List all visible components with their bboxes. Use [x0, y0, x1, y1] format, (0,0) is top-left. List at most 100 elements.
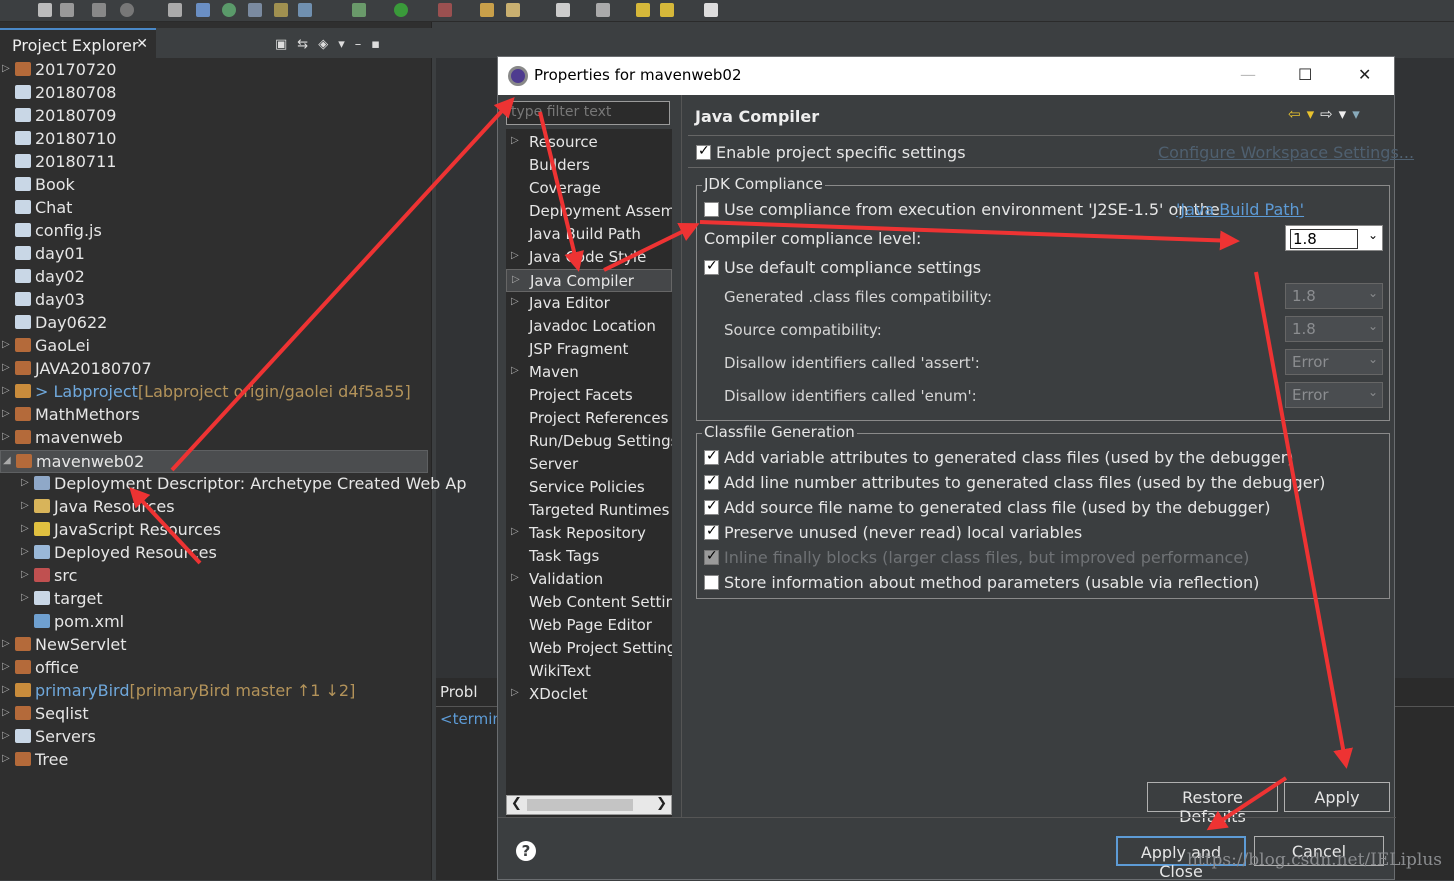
help-icon[interactable]: ? [516, 841, 536, 861]
nav-item[interactable]: ▷Java Code Style [506, 246, 672, 269]
nav-item[interactable]: Targeted Runtimes [506, 499, 672, 522]
expand-icon[interactable]: ▷ [21, 569, 31, 580]
filter-input[interactable]: type filter text [506, 101, 670, 125]
tree-item[interactable]: ▷> Labproject[Labproject origin/gaolei d… [0, 381, 428, 404]
nav-item[interactable]: ▷Task Repository [506, 522, 672, 545]
link-editor-icon[interactable]: ⇆ [297, 37, 318, 52]
nav-item[interactable]: JSP Fragment [506, 338, 672, 361]
refresh-icon[interactable] [248, 3, 262, 17]
restore-defaults-button[interactable]: Restore Defaults [1147, 782, 1278, 812]
sash[interactable] [681, 95, 682, 817]
expand-icon[interactable]: ▷ [2, 63, 12, 74]
forward-arrow-icon[interactable]: ⇨▾ [1320, 105, 1352, 123]
expand-icon[interactable]: ▷ [21, 500, 31, 511]
expand-icon[interactable]: ▷ [2, 730, 12, 741]
tree-item[interactable]: ▷Deployed Resources [0, 542, 428, 565]
use-default-checkbox[interactable] [704, 260, 719, 275]
menu-icon[interactable]: ▾ [1352, 105, 1366, 123]
nav-item[interactable]: ▷Java Editor [506, 292, 672, 315]
expand-icon[interactable]: ▷ [2, 385, 12, 396]
tree-item[interactable]: Chat [0, 197, 428, 220]
tree-item[interactable]: ▷NewServlet [0, 634, 428, 657]
expand-icon[interactable]: ▷ [2, 362, 12, 373]
tree-item[interactable]: pom.xml [0, 611, 428, 634]
tree-item[interactable]: ▷MathMethors [0, 404, 428, 427]
collapse-icon[interactable]: ◢ [3, 455, 13, 466]
tree-item[interactable]: config.js [0, 220, 428, 243]
nav-horizontal-scrollbar[interactable]: ❮ ❯ [506, 795, 672, 815]
enum-select[interactable]: Error ⌄ [1285, 382, 1383, 408]
tree-item[interactable]: 20180708 [0, 82, 428, 105]
expand-icon[interactable]: ▷ [2, 339, 12, 350]
maximize-icon[interactable]: ▪ [371, 37, 390, 52]
generated-compat-select[interactable]: 1.8 ⌄ [1285, 283, 1383, 309]
search-icon[interactable] [196, 3, 210, 17]
nav-item[interactable]: ▷XDoclet [506, 683, 672, 706]
nav-item[interactable]: Project Facets [506, 384, 672, 407]
back-icon[interactable] [636, 3, 650, 17]
user-icon[interactable] [120, 3, 134, 17]
close-icon[interactable]: ✕ [136, 36, 148, 52]
expand-icon[interactable]: ▷ [2, 684, 12, 695]
scroll-left-icon[interactable]: ❮ [511, 796, 522, 811]
expand-icon[interactable]: ▷ [21, 546, 31, 557]
expand-icon[interactable]: ▷ [511, 572, 519, 583]
expand-icon[interactable]: ▷ [511, 250, 519, 261]
expand-icon[interactable]: ▷ [2, 753, 12, 764]
tree-item[interactable]: day03 [0, 289, 428, 312]
forward-icon[interactable] [704, 3, 718, 17]
expand-icon[interactable]: ▷ [511, 135, 519, 146]
tree-item[interactable]: ▷src [0, 565, 428, 588]
nav-item[interactable]: ▷Maven [506, 361, 672, 384]
globe-icon[interactable] [222, 3, 236, 17]
configure-workspace-link[interactable]: Configure Workspace Settings... [1158, 143, 1414, 162]
tree-item[interactable]: day02 [0, 266, 428, 289]
nav-item[interactable]: Web Project Setting [506, 637, 672, 660]
collapse-all-icon[interactable]: ▣ [275, 37, 297, 52]
console-icon[interactable] [168, 3, 182, 17]
new-folder-icon[interactable] [480, 3, 494, 17]
nav-item[interactable]: Java Build Path [506, 223, 672, 246]
nav-item[interactable]: ▷Validation [506, 568, 672, 591]
tree-item[interactable]: ▷Seqlist [0, 703, 428, 726]
nav-item[interactable]: Task Tags [506, 545, 672, 568]
project-explorer-tab[interactable]: Project Explorer ✕ [0, 28, 156, 58]
nav-item[interactable]: Web Content Settin [506, 591, 672, 614]
expand-icon[interactable]: ▷ [512, 274, 520, 285]
nav-item[interactable]: Service Policies [506, 476, 672, 499]
sync-icon[interactable] [298, 3, 312, 17]
expand-icon[interactable]: ▷ [21, 523, 31, 534]
expand-icon[interactable]: ▷ [21, 477, 31, 488]
debug-icon[interactable] [352, 3, 366, 17]
java-build-path-link[interactable]: 'Java Build Path' [1176, 200, 1304, 219]
tree-item[interactable]: ▷20170720 [0, 59, 428, 82]
build-icon[interactable] [92, 3, 106, 17]
nav-item[interactable]: Coverage [506, 177, 672, 200]
nav-item[interactable]: ▷Resource [506, 131, 672, 154]
maximize-window-icon[interactable]: ☐ [1298, 65, 1312, 84]
apply-button[interactable]: Apply [1284, 782, 1390, 812]
tree-item[interactable]: ▷JAVA20180707 [0, 358, 428, 381]
close-window-icon[interactable]: ✕ [1358, 65, 1371, 84]
tree-item[interactable]: ▷GaoLei [0, 335, 428, 358]
nav-item[interactable]: WikiText [506, 660, 672, 683]
page-icon[interactable] [556, 3, 570, 17]
nav-item[interactable]: Javadoc Location [506, 315, 672, 338]
nav-item[interactable]: Run/Debug Settings [506, 430, 672, 453]
nav-item[interactable]: Project References [506, 407, 672, 430]
tree-item[interactable]: ▷Java Resources [0, 496, 428, 519]
minimize-window-icon[interactable]: — [1240, 65, 1256, 84]
expand-icon[interactable]: ▷ [2, 638, 12, 649]
tree-item[interactable]: day01 [0, 243, 428, 266]
view-menu-icon[interactable]: ▾ [338, 37, 355, 52]
scroll-right-icon[interactable]: ❯ [656, 796, 667, 811]
source-compat-select[interactable]: 1.8 ⌄ [1285, 316, 1383, 342]
enable-specific-checkbox[interactable] [696, 145, 711, 160]
tree-item[interactable]: ▷primaryBird[primaryBird master ↑1 ↓2] [0, 680, 428, 703]
tree-item[interactable]: 20180709 [0, 105, 428, 128]
classfile-option-checkbox[interactable] [704, 450, 719, 465]
tree-item[interactable]: 20180711 [0, 151, 428, 174]
tree-item[interactable]: ▷JavaScript Resources [0, 519, 428, 542]
tree-item[interactable]: Book [0, 174, 428, 197]
problems-tab[interactable]: Probl [440, 683, 478, 701]
